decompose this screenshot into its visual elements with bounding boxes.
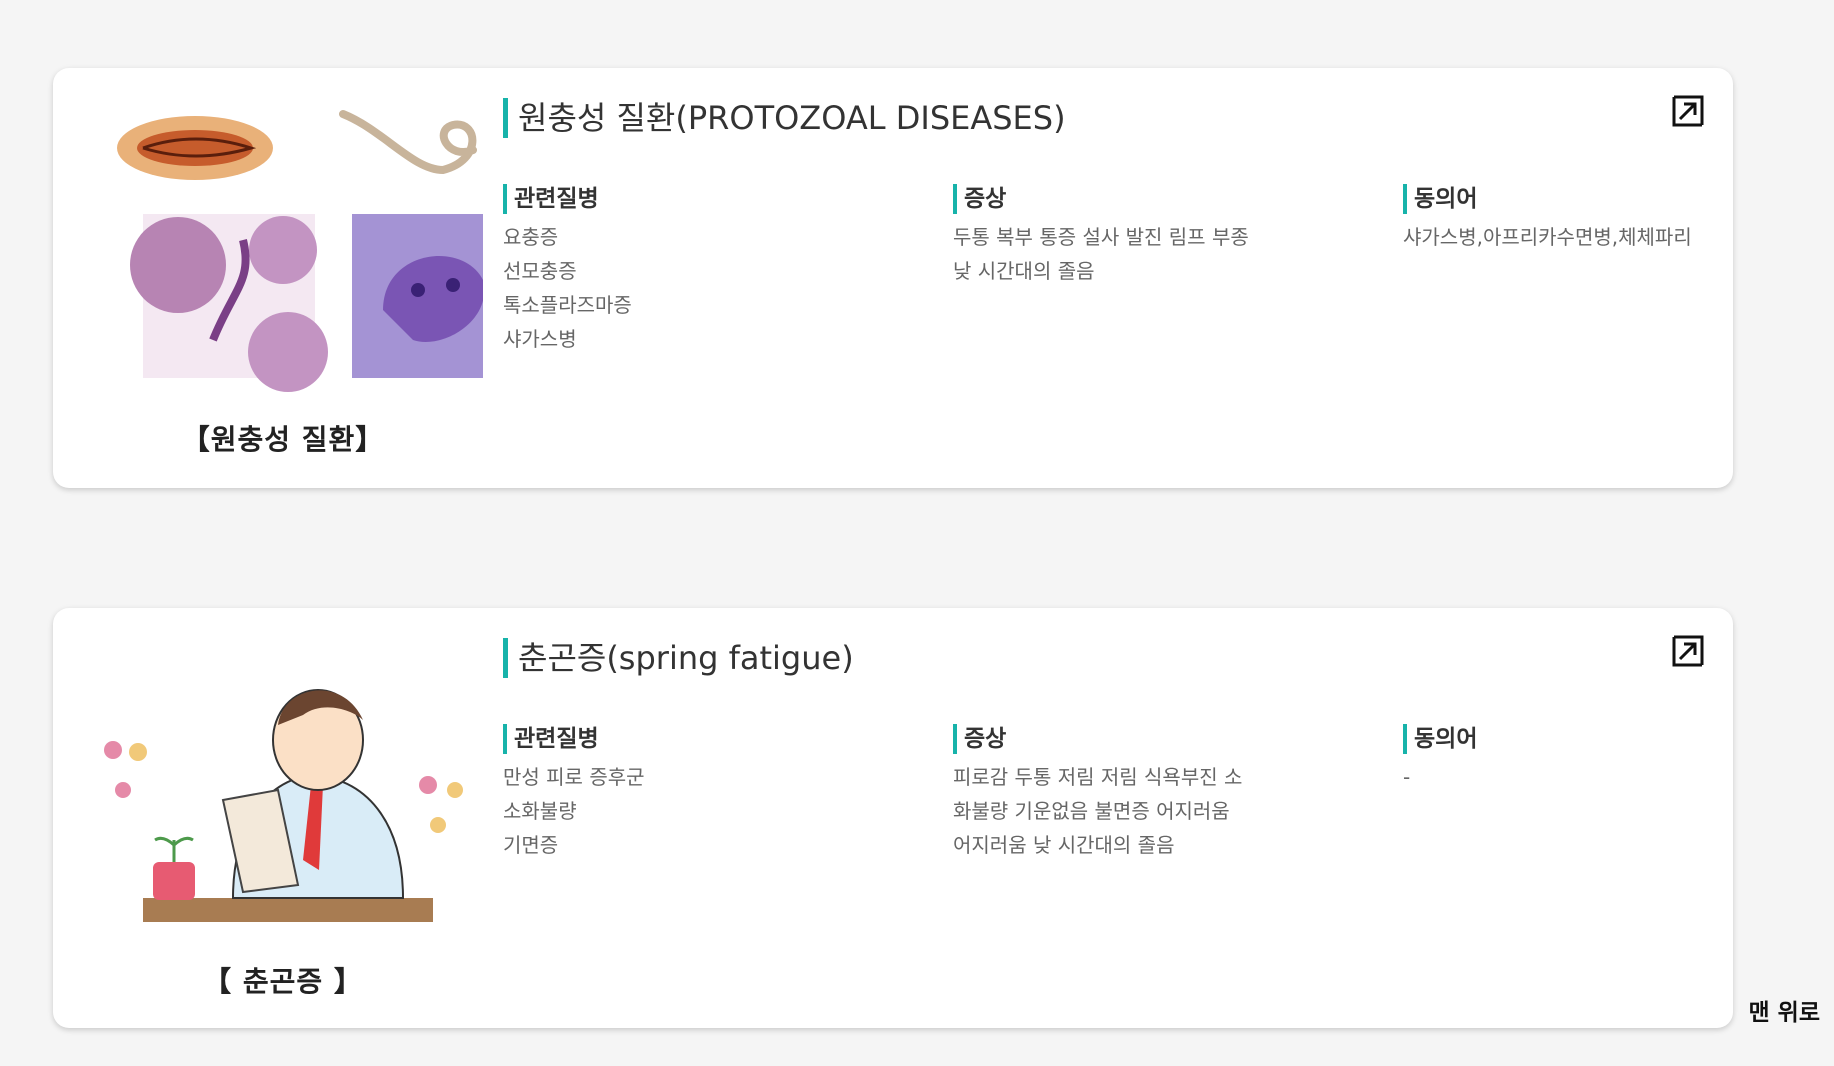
external-link-icon[interactable] (1671, 634, 1705, 668)
symptoms-text: 피로감 두통 저림 저림 식욕부진 소화불량 기운없음 불면증 어지러움 어지러… (953, 765, 1243, 857)
disease-image-protozoal: 【원충성 질환】 (83, 90, 516, 460)
symptoms-heading: 증상 (953, 724, 1353, 754)
external-link-icon[interactable] (1671, 94, 1705, 128)
symptoms-section: 증상 피로감 두통 저림 저림 식욕부진 소화불량 기운없음 불면증 어지러움 … (953, 724, 1353, 862)
related-disease-item: 만성 피로 증후군 (503, 765, 645, 789)
related-diseases-list: 만성 피로 증후군 소화불량 기면증 (503, 760, 903, 862)
synonyms-text: 샤가스병,아프리카수면병,체체파리 (1403, 225, 1692, 249)
related-disease-item: 요충증 (503, 225, 559, 249)
disease-image-spring-fatigue: 【 춘곤증 】 (83, 630, 483, 1000)
disease-title[interactable]: 원충성 질환(PROTOZOAL DISEASES) (503, 98, 1066, 138)
disease-card: 【 춘곤증 】 춘곤증(spring fatigue) 관련질병 만성 피로 증… (53, 608, 1733, 1028)
related-disease-item: 톡소플라즈마증 (503, 293, 632, 317)
related-disease-item: 기면증 (503, 833, 559, 857)
synonyms-heading: 동의어 (1403, 184, 1723, 214)
synonyms-heading: 동의어 (1403, 724, 1723, 754)
synonyms-section: 동의어 - (1403, 724, 1723, 794)
related-diseases-list: 요충증 선모충증 톡소플라즈마증 샤가스병 (503, 220, 903, 356)
related-diseases-heading: 관련질병 (503, 724, 903, 754)
symptoms-text: 두통 복부 통증 설사 발진 림프 부종 낮 시간대의 졸음 (953, 225, 1249, 283)
related-disease-item: 선모충증 (503, 259, 577, 283)
synonyms-section: 동의어 샤가스병,아프리카수면병,체체파리 (1403, 184, 1723, 254)
image-caption: 【 춘곤증 】 (203, 965, 363, 998)
related-disease-item: 소화불량 (503, 799, 577, 823)
sleepy-man-illustration (104, 689, 463, 922)
protozoa-illustration (117, 110, 516, 392)
symptoms-heading: 증상 (953, 184, 1353, 214)
disease-card: 【원충성 질환】 원충성 질환(PROTOZOAL DISEASES) 관련질병… (53, 68, 1733, 488)
related-diseases-section: 관련질병 요충증 선모충증 톡소플라즈마증 샤가스병 (503, 184, 903, 356)
related-diseases-heading: 관련질병 (503, 184, 903, 214)
image-caption: 【원충성 질환】 (181, 423, 385, 456)
related-diseases-section: 관련질병 만성 피로 증후군 소화불량 기면증 (503, 724, 903, 862)
disease-title[interactable]: 춘곤증(spring fatigue) (503, 638, 854, 678)
symptoms-section: 증상 두통 복부 통증 설사 발진 림프 부종 낮 시간대의 졸음 (953, 184, 1353, 288)
synonyms-text: - (1403, 765, 1411, 789)
back-to-top-link[interactable]: 맨 위로 (1749, 993, 1821, 1027)
related-disease-item: 샤가스병 (503, 327, 577, 351)
